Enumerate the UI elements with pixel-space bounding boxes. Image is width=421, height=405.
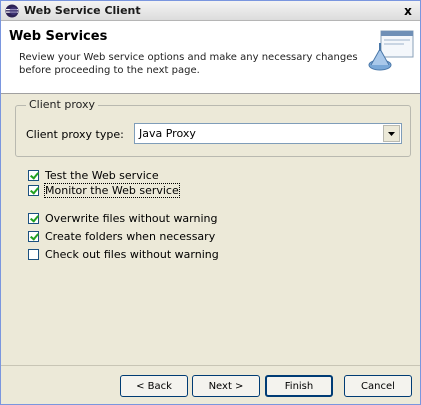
test-web-service-label: Test the Web service: [45, 169, 159, 182]
page-description: Review your Web service options and make…: [19, 52, 358, 76]
client-proxy-type-value: Java Proxy: [139, 127, 196, 140]
monitor-web-service-label: Monitor the Web service: [44, 183, 180, 198]
monitor-web-service-option[interactable]: Monitor the Web service: [28, 183, 180, 198]
finish-button[interactable]: Finish: [265, 375, 333, 397]
header-banner: Web Services Review your Web service opt…: [1, 21, 420, 94]
create-folders-option[interactable]: Create folders when necessary: [28, 230, 215, 243]
page-title: Web Services: [9, 29, 108, 44]
client-proxy-group: Client proxy Client proxy type: Java Pro…: [15, 98, 411, 157]
create-folders-label: Create folders when necessary: [45, 230, 216, 243]
eclipse-icon: [5, 4, 19, 18]
overwrite-files-checkbox[interactable]: [28, 213, 39, 224]
button-bar-separator: [1, 365, 420, 366]
test-web-service-option[interactable]: Test the Web service: [28, 169, 159, 182]
client-proxy-type-select[interactable]: Java Proxy: [134, 123, 402, 144]
monitor-web-service-checkbox[interactable]: [28, 185, 39, 196]
overwrite-files-option[interactable]: Overwrite files without warning: [28, 212, 218, 225]
client-proxy-type-label: Client proxy type:: [26, 128, 124, 141]
check-out-files-checkbox[interactable]: [28, 249, 39, 260]
client-proxy-group-label: Client proxy: [26, 98, 99, 111]
test-web-service-checkbox[interactable]: [28, 170, 39, 181]
close-button[interactable]: x: [400, 3, 416, 19]
dialog-window: Web Service Client x Web Services Review…: [0, 0, 421, 405]
check-out-files-label: Check out files without warning: [45, 248, 219, 261]
title-bar[interactable]: Web Service Client x: [1, 1, 420, 21]
cancel-button[interactable]: Cancel: [344, 375, 412, 397]
next-button[interactable]: Next >: [192, 375, 260, 397]
web-service-wizard-icon: [367, 29, 415, 76]
back-button[interactable]: < Back: [120, 375, 188, 397]
window-title: Web Service Client: [24, 4, 141, 17]
create-folders-checkbox[interactable]: [28, 231, 39, 242]
dropdown-arrow-icon[interactable]: [383, 125, 400, 142]
check-out-files-option[interactable]: Check out files without warning: [28, 248, 219, 261]
overwrite-files-label: Overwrite files without warning: [45, 212, 218, 225]
